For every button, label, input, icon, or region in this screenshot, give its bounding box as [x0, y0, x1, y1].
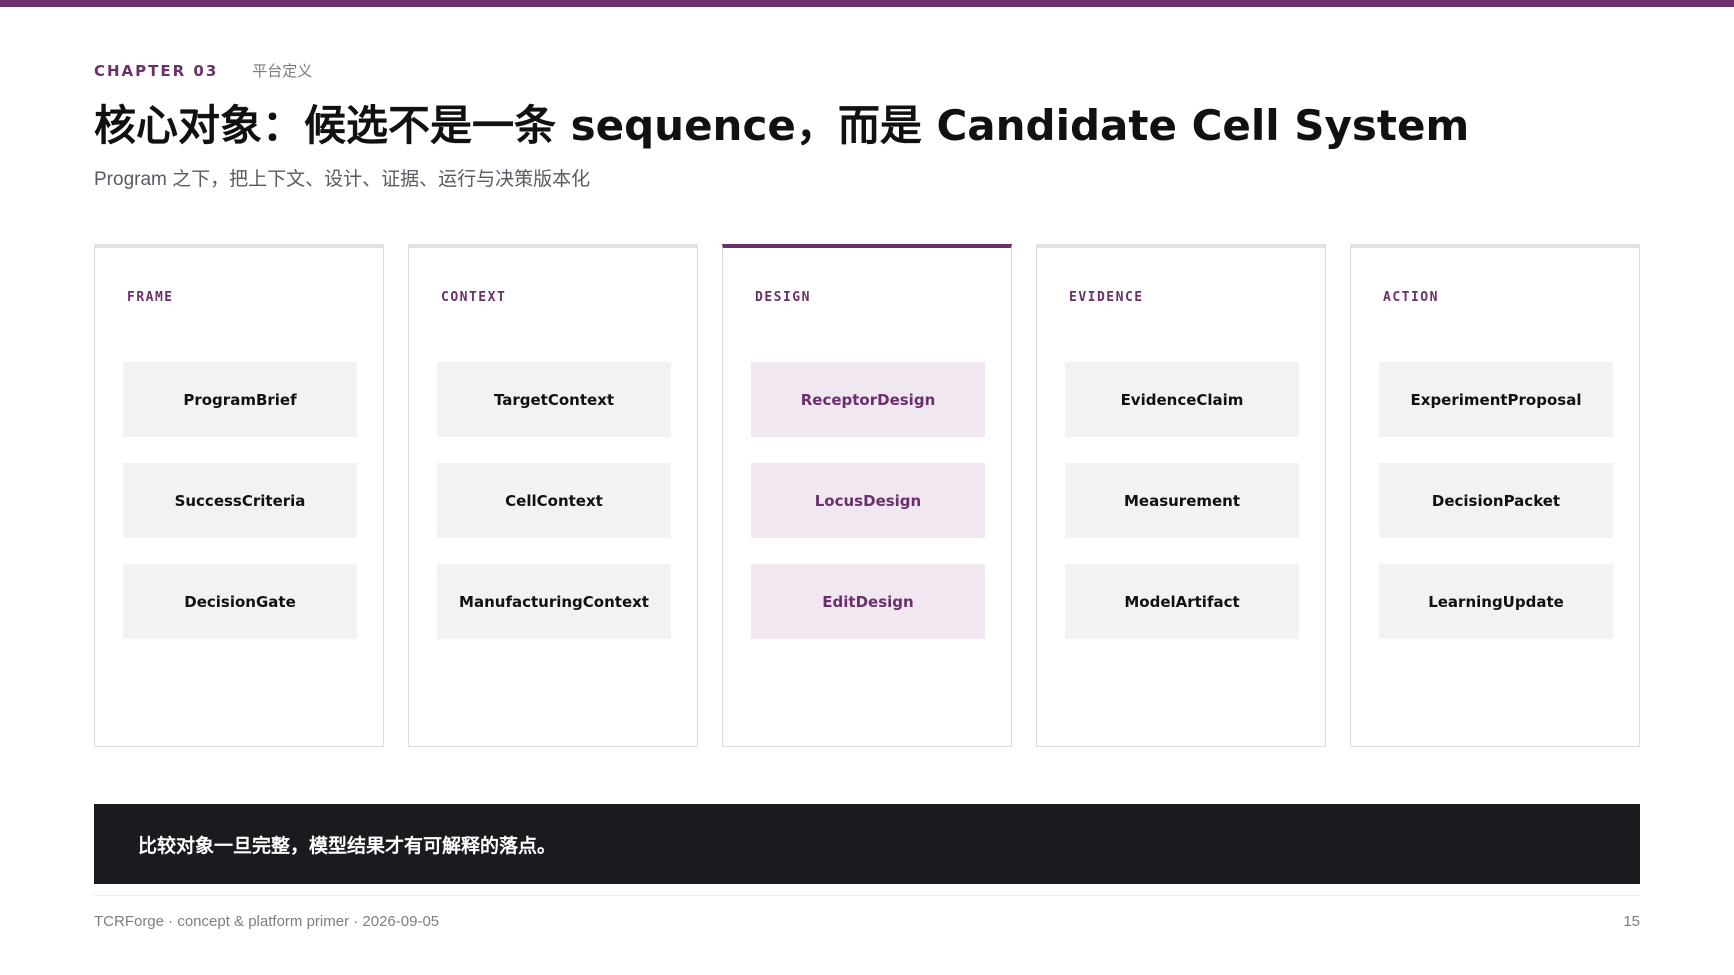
- object-chip: Measurement: [1065, 463, 1299, 538]
- object-list: EvidenceClaim Measurement ModelArtifact: [1065, 362, 1299, 639]
- chapter-label: CHAPTER 03: [94, 61, 219, 80]
- object-chip: EditDesign: [751, 564, 985, 639]
- object-chip: ManufacturingContext: [437, 564, 671, 639]
- object-list: ExperimentProposal DecisionPacket Learni…: [1379, 362, 1613, 639]
- object-list: ProgramBrief SuccessCriteria DecisionGat…: [123, 362, 357, 639]
- object-chip: DecisionGate: [123, 564, 357, 639]
- object-chip: ModelArtifact: [1065, 564, 1299, 639]
- column-evidence: EVIDENCE EvidenceClaim Measurement Model…: [1036, 244, 1326, 747]
- column-context: CONTEXT TargetContext CellContext Manufa…: [408, 244, 698, 747]
- object-chip: CellContext: [437, 463, 671, 538]
- column-label: FRAME: [127, 290, 174, 305]
- chapter-row: CHAPTER 03 平台定义: [94, 60, 312, 81]
- object-chip: LocusDesign: [751, 463, 985, 538]
- object-chip: EvidenceClaim: [1065, 362, 1299, 437]
- column-label: ACTION: [1383, 290, 1439, 305]
- footer-meta: TCRForge · concept & platform primer · 2…: [94, 913, 440, 930]
- callout-banner: 比较对象一旦完整，模型结果才有可解释的落点。: [94, 804, 1640, 884]
- column-label: CONTEXT: [441, 290, 507, 305]
- column-frame: FRAME ProgramBrief SuccessCriteria Decis…: [94, 244, 384, 747]
- object-chip: LearningUpdate: [1379, 564, 1613, 639]
- column-label: DESIGN: [755, 290, 811, 305]
- object-chip: ReceptorDesign: [751, 362, 985, 437]
- column-design: DESIGN ReceptorDesign LocusDesign EditDe…: [722, 244, 1012, 747]
- object-chip: TargetContext: [437, 362, 671, 437]
- object-list: TargetContext CellContext ManufacturingC…: [437, 362, 671, 639]
- object-chip: ExperimentProposal: [1379, 362, 1613, 437]
- column-action: ACTION ExperimentProposal DecisionPacket…: [1350, 244, 1640, 747]
- object-chip: SuccessCriteria: [123, 463, 357, 538]
- object-list: ReceptorDesign LocusDesign EditDesign: [751, 362, 985, 639]
- page-title: 核心对象：候选不是一条 sequence，而是 Candidate Cell S…: [94, 101, 1470, 150]
- section-label: 平台定义: [252, 63, 313, 80]
- page-subtitle: Program 之下，把上下文、设计、证据、运行与决策版本化: [94, 169, 591, 190]
- object-columns: FRAME ProgramBrief SuccessCriteria Decis…: [94, 244, 1640, 747]
- top-accent-bar: [0, 0, 1734, 7]
- footer-divider: [94, 895, 1640, 896]
- callout-text: 比较对象一旦完整，模型结果才有可解释的落点。: [138, 834, 557, 857]
- page-number: 15: [1623, 913, 1640, 930]
- object-chip: DecisionPacket: [1379, 463, 1613, 538]
- column-label: EVIDENCE: [1069, 290, 1144, 305]
- object-chip: ProgramBrief: [123, 362, 357, 437]
